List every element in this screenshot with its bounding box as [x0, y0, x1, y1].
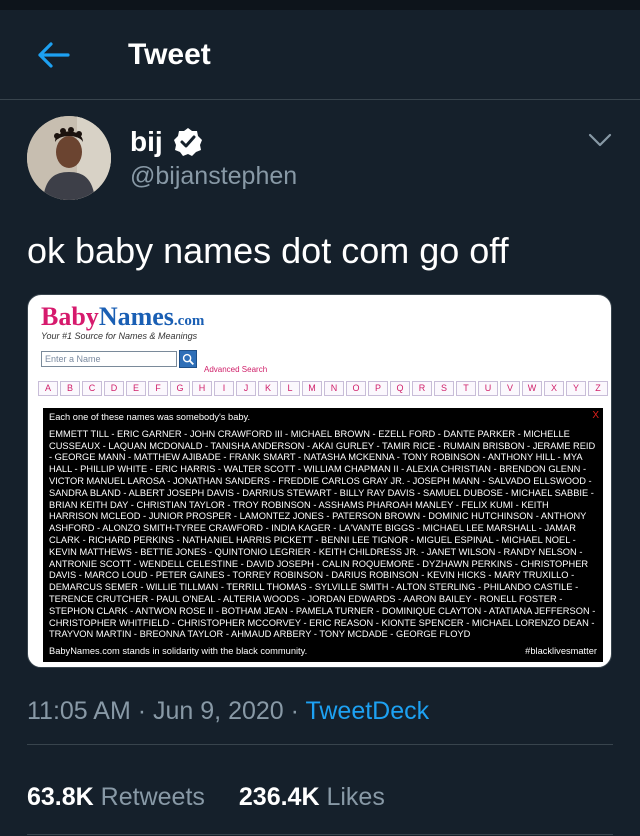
likes-stat[interactable]: 236.4K Likes [239, 783, 385, 812]
letter-x: X [544, 381, 564, 396]
avatar[interactable] [27, 116, 111, 200]
page-title: Tweet [128, 38, 211, 71]
letter-n: N [324, 381, 344, 396]
letter-m: M [302, 381, 322, 396]
top-bar: Tweet [0, 0, 640, 100]
verified-badge-icon [173, 128, 202, 156]
letter-c: C [82, 381, 102, 396]
advanced-search-link: Advanced Search [204, 365, 268, 374]
letter-p: P [368, 381, 388, 396]
letter-f: F [148, 381, 168, 396]
panel-heading: Each one of these names was somebody's b… [49, 412, 251, 422]
letter-s: S [434, 381, 454, 396]
status-strip [0, 0, 640, 10]
letter-d: D [104, 381, 124, 396]
author-name-row: bij [130, 126, 203, 158]
tweet-text: ok baby names dot com go off [27, 230, 509, 271]
letter-z: Z [588, 381, 608, 396]
chevron-down-icon[interactable] [588, 132, 612, 148]
letter-y: Y [566, 381, 586, 396]
letter-q: Q [390, 381, 410, 396]
tweet-media[interactable]: BabyNames.com Your #1 Source for Names &… [27, 294, 612, 668]
letter-l: L [280, 381, 300, 396]
letter-t: T [456, 381, 476, 396]
letter-r: R [412, 381, 432, 396]
name-search-input: Enter a Name [41, 351, 177, 367]
site-tagline: Your #1 Source for Names & Meanings [41, 331, 198, 341]
close-icon: X [592, 410, 599, 421]
letter-k: K [258, 381, 278, 396]
search-icon [179, 350, 197, 368]
letter-j: J [236, 381, 256, 396]
tweet-metadata: 11:05 AM · Jun 9, 2020 · TweetDeck [27, 697, 429, 726]
letter-e: E [126, 381, 146, 396]
letter-b: B [60, 381, 80, 396]
retweets-stat[interactable]: 63.8K Retweets [27, 783, 205, 812]
engagement-stats: 63.8K Retweets 236.4K Likes [27, 783, 385, 812]
back-arrow-icon[interactable] [36, 40, 70, 70]
tweet-date: Jun 9, 2020 [153, 697, 284, 725]
author-handle[interactable]: @bijanstephen [130, 162, 297, 191]
panel-footer: BabyNames.com stands in solidarity with … [49, 646, 597, 658]
tweet-source-link[interactable]: TweetDeck [305, 697, 429, 725]
solidarity-note: BabyNames.com stands in solidarity with … [49, 646, 308, 657]
letter-h: H [192, 381, 212, 396]
avatar-image [27, 116, 111, 200]
letter-u: U [478, 381, 498, 396]
letter-w: W [522, 381, 542, 396]
babynames-logo: BabyNames.com [41, 302, 205, 331]
letter-i: I [214, 381, 234, 396]
letter-g: G [170, 381, 190, 396]
letter-o: O [346, 381, 366, 396]
hashtag: #blacklivesmatter [525, 646, 597, 657]
alphabet-nav: ABCDEFGHIJKLMNOPQRSTUVWXYZ [38, 381, 608, 396]
names-list: EMMETT TILL - ERIC GARNER - JOHN CRAWFOR… [49, 428, 596, 640]
letter-v: V [500, 381, 520, 396]
separator: · [290, 697, 299, 725]
separator: · [137, 697, 147, 725]
tweet-time: 11:05 AM [27, 697, 131, 725]
divider [27, 744, 613, 745]
letter-a: A [38, 381, 58, 396]
author-name[interactable]: bij [130, 126, 163, 158]
names-panel: X Each one of these names was somebody's… [43, 408, 603, 662]
divider [27, 834, 613, 835]
